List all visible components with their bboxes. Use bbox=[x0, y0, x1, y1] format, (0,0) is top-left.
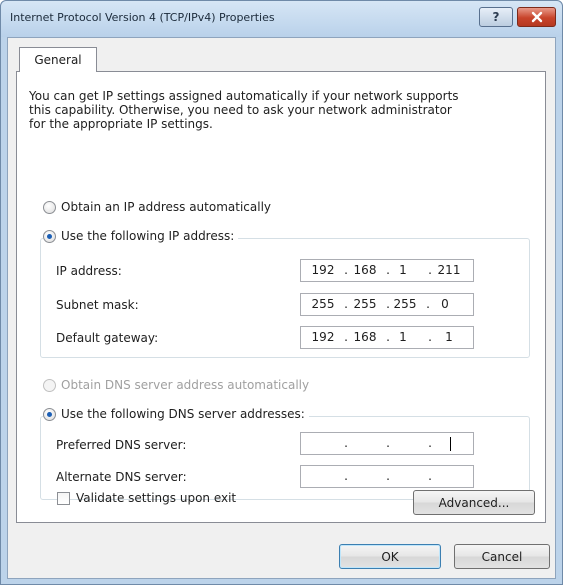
general-tab-panel: You can get IP settings assigned automat… bbox=[16, 71, 546, 523]
validate-settings-checkbox[interactable] bbox=[57, 491, 70, 505]
ip-dot: . bbox=[344, 469, 348, 483]
ip-dot: . bbox=[428, 263, 432, 277]
ip-dot: . bbox=[428, 436, 432, 450]
dialog-window: Internet Protocol Version 4 (TCP/IPv4) P… bbox=[0, 0, 563, 585]
title-bar[interactable]: Internet Protocol Version 4 (TCP/IPv4) P… bbox=[1, 1, 562, 37]
gateway-octet-2: 168 bbox=[353, 330, 377, 344]
default-gateway-label: Default gateway: bbox=[56, 331, 159, 345]
use-following-dns-option[interactable]: Use the following DNS server addresses: bbox=[43, 407, 309, 421]
subnet-mask-label: Subnet mask: bbox=[56, 298, 139, 312]
advanced-button[interactable]: Advanced... bbox=[413, 490, 535, 515]
mask-octet-1: 255 bbox=[311, 297, 335, 311]
mask-octet-4: 0 bbox=[441, 297, 449, 311]
close-icon bbox=[531, 11, 542, 23]
ip-dot: . bbox=[344, 297, 348, 311]
gateway-octet-3: 1 bbox=[399, 330, 407, 344]
use-following-ip-label: Use the following IP address: bbox=[61, 229, 235, 243]
obtain-ip-auto-radio[interactable] bbox=[43, 200, 56, 214]
obtain-ip-auto-label: Obtain an IP address automatically bbox=[61, 200, 272, 214]
preferred-dns-label: Preferred DNS server: bbox=[56, 438, 187, 452]
ip-octet-2: 168 bbox=[353, 263, 377, 277]
ip-octet-3: 1 bbox=[399, 263, 407, 277]
tab-general[interactable]: General bbox=[19, 47, 97, 72]
ip-address-label: IP address: bbox=[56, 264, 122, 278]
preferred-dns-input[interactable]: . . . bbox=[300, 432, 474, 455]
validate-settings-option[interactable]: Validate settings upon exit bbox=[57, 491, 236, 505]
mask-octet-2: 255 bbox=[353, 297, 377, 311]
ip-dot: . bbox=[428, 469, 432, 483]
ip-dot: . bbox=[428, 330, 432, 344]
use-following-dns-label: Use the following DNS server addresses: bbox=[61, 407, 305, 421]
use-following-ip-radio[interactable] bbox=[43, 229, 56, 243]
mask-octet-3: 255 bbox=[393, 297, 417, 311]
ok-button[interactable]: OK bbox=[339, 544, 441, 569]
cancel-button[interactable]: Cancel bbox=[454, 544, 550, 569]
obtain-dns-auto-option[interactable]: Obtain DNS server address automatically bbox=[43, 378, 314, 392]
ip-dot: . bbox=[344, 436, 348, 450]
text-cursor bbox=[450, 437, 451, 451]
alternate-dns-input[interactable]: . . . bbox=[300, 465, 474, 488]
close-button[interactable] bbox=[517, 7, 556, 27]
ip-address-input[interactable]: 192 . 168 . 1 . 211 bbox=[300, 259, 474, 282]
ip-dot: . bbox=[386, 469, 390, 483]
ip-octet-1: 192 bbox=[311, 263, 335, 277]
ip-dot: . bbox=[386, 436, 390, 450]
description-text: You can get IP settings assigned automat… bbox=[29, 89, 459, 131]
help-icon: ? bbox=[492, 10, 500, 24]
use-following-dns-radio[interactable] bbox=[43, 407, 56, 421]
ip-dot: . bbox=[344, 263, 348, 277]
obtain-dns-auto-label: Obtain DNS server address automatically bbox=[61, 378, 310, 392]
ip-octet-4: 211 bbox=[437, 263, 461, 277]
subnet-mask-input[interactable]: 255 . 255 . 255 . 0 bbox=[300, 293, 474, 316]
use-following-ip-option[interactable]: Use the following IP address: bbox=[43, 229, 239, 243]
validate-settings-label: Validate settings upon exit bbox=[76, 491, 237, 505]
obtain-ip-auto-option[interactable]: Obtain an IP address automatically bbox=[43, 200, 276, 214]
default-gateway-input[interactable]: 192 . 168 . 1 . 1 bbox=[300, 326, 474, 349]
gateway-octet-4: 1 bbox=[445, 330, 453, 344]
window-title: Internet Protocol Version 4 (TCP/IPv4) P… bbox=[10, 11, 275, 24]
dialog-client-area: General You can get IP settings assigned… bbox=[7, 37, 556, 579]
obtain-dns-auto-radio[interactable] bbox=[43, 378, 56, 392]
ip-dot: . bbox=[344, 330, 348, 344]
help-button[interactable]: ? bbox=[479, 7, 513, 27]
gateway-octet-1: 192 bbox=[311, 330, 335, 344]
alternate-dns-label: Alternate DNS server: bbox=[56, 470, 187, 484]
